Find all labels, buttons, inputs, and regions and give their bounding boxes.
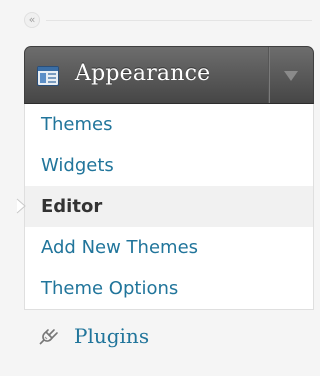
submenu-item-label: Themes — [41, 114, 113, 135]
plugins-menu-title: Plugins — [74, 324, 150, 348]
appearance-menu-title: Appearance — [75, 61, 211, 86]
submenu-item-label: Widgets — [41, 155, 114, 176]
collapse-menu-button[interactable]: « — [24, 12, 40, 28]
submenu-item-editor[interactable]: Editor — [16, 186, 313, 227]
appearance-submenu: Themes Widgets Editor Add New Themes The… — [16, 104, 314, 310]
plugins-menu-item[interactable]: Plugins — [24, 310, 314, 362]
plug-icon — [39, 329, 58, 345]
appearance-window-icon — [37, 66, 59, 86]
appearance-menu-header[interactable]: Appearance — [24, 46, 314, 104]
submenu-toggle-button[interactable] — [268, 47, 313, 103]
admin-sidebar: « Appearance Themes Widgets Editor Add N… — [0, 0, 320, 376]
collapse-row: « — [24, 12, 312, 32]
triangle-down-icon — [284, 71, 298, 81]
submenu-item-theme-options[interactable]: Theme Options — [25, 268, 313, 309]
current-item-arrow-icon — [16, 198, 26, 214]
divider — [46, 20, 312, 21]
submenu-item-label: Add New Themes — [41, 237, 199, 258]
submenu-item-widgets[interactable]: Widgets — [25, 145, 313, 186]
double-chevron-left-icon: « — [28, 13, 36, 26]
submenu-item-add-new-themes[interactable]: Add New Themes — [25, 227, 313, 268]
submenu-item-label: Theme Options — [41, 278, 179, 299]
submenu-item-themes[interactable]: Themes — [25, 104, 313, 145]
submenu-item-label: Editor — [41, 196, 103, 217]
appearance-menu: Appearance Themes Widgets Editor Add New… — [16, 46, 314, 376]
